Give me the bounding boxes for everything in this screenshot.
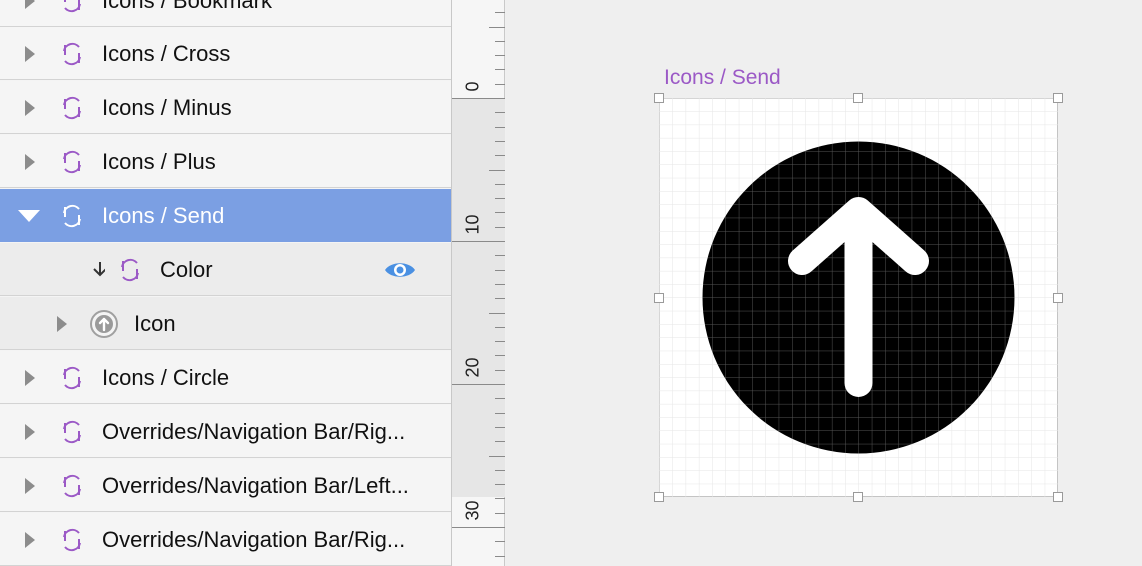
layer-label: Icons / Send bbox=[102, 203, 225, 228]
ruler-label-0: 0 bbox=[462, 81, 483, 92]
resize-handle-bottom-left[interactable] bbox=[654, 492, 664, 502]
resize-handle-bottom-right[interactable] bbox=[1053, 492, 1063, 502]
layer-row-icons-plus[interactable]: Icons / Plus bbox=[0, 135, 451, 188]
vertical-ruler[interactable]: 0 10 20 30 bbox=[452, 0, 505, 566]
ruler-label-20: 20 bbox=[462, 357, 483, 378]
layer-row-color[interactable]: Color bbox=[0, 243, 451, 296]
disclosure-triangle-icon[interactable] bbox=[22, 459, 38, 512]
disclosure-triangle-icon[interactable] bbox=[54, 297, 70, 350]
eye-icon[interactable] bbox=[384, 259, 416, 281]
ruler-label-30: 30 bbox=[462, 500, 483, 521]
send-symbol-preview bbox=[658, 97, 1059, 498]
disclosure-triangle-icon[interactable] bbox=[22, 135, 38, 188]
symbol-instance-icon bbox=[63, 474, 81, 498]
disclosure-triangle-icon[interactable] bbox=[22, 513, 38, 566]
layer-label: Overrides/Navigation Bar/Rig... bbox=[102, 419, 406, 444]
symbol-instance-icon bbox=[63, 204, 81, 228]
symbol-instance-icon bbox=[63, 366, 81, 390]
layer-row-overrides-nav-right[interactable]: Overrides/Navigation Bar/Rig... bbox=[0, 405, 451, 458]
symbol-instance-icon bbox=[63, 96, 81, 120]
resize-handle-bottom[interactable] bbox=[853, 492, 863, 502]
layer-row-icons-send[interactable]: Icons / Send bbox=[0, 189, 451, 242]
symbol-instance-icon bbox=[63, 42, 81, 66]
layer-row-icons-bookmark[interactable]: Icons / Bookmark bbox=[0, 0, 451, 27]
artboard-icons-send[interactable] bbox=[658, 97, 1059, 498]
layer-label: Icons / Cross bbox=[102, 41, 231, 66]
ruler-label-10: 10 bbox=[462, 214, 483, 235]
disclosure-triangle-icon[interactable] bbox=[22, 405, 38, 458]
arrow-up-circle-icon bbox=[90, 310, 118, 338]
layer-row-overrides-nav-right-2[interactable]: Overrides/Navigation Bar/Rig... bbox=[0, 513, 451, 566]
mask-arrow-icon bbox=[93, 262, 105, 277]
symbol-instance-icon bbox=[63, 150, 81, 174]
layer-label: Icons / Minus bbox=[102, 95, 232, 120]
layer-row-icons-cross[interactable]: Icons / Cross bbox=[0, 27, 451, 80]
disclosure-triangle-icon[interactable] bbox=[22, 351, 38, 404]
resize-handle-top[interactable] bbox=[853, 93, 863, 103]
layer-row-overrides-nav-left[interactable]: Overrides/Navigation Bar/Left... bbox=[0, 459, 451, 512]
layer-label: Icons / Plus bbox=[102, 149, 216, 174]
layer-label: Icons / Bookmark bbox=[102, 0, 272, 13]
artboard-title[interactable]: Icons / Send bbox=[664, 66, 781, 90]
layer-row-icon[interactable]: Icon bbox=[0, 297, 451, 350]
symbol-instance-icon bbox=[63, 528, 81, 552]
symbol-instance-icon bbox=[63, 420, 81, 444]
layer-label: Icon bbox=[134, 311, 176, 336]
layer-label: Overrides/Navigation Bar/Rig... bbox=[102, 527, 406, 552]
disclosure-triangle-icon[interactable] bbox=[22, 0, 38, 27]
disclosure-triangle-icon[interactable] bbox=[22, 27, 38, 80]
resize-handle-right[interactable] bbox=[1053, 293, 1063, 303]
layer-list: Icons / Bookmark Icons / Cross Icons / M… bbox=[0, 0, 451, 566]
ruler-selection-range bbox=[452, 98, 505, 497]
resize-handle-top-left[interactable] bbox=[654, 93, 664, 103]
symbol-instance-icon bbox=[64, 0, 81, 13]
resize-handle-left[interactable] bbox=[654, 293, 664, 303]
layer-row-icons-minus[interactable]: Icons / Minus bbox=[0, 81, 451, 134]
symbol-instance-icon bbox=[121, 258, 139, 282]
disclosure-triangle-expanded-icon[interactable] bbox=[18, 189, 40, 242]
layer-label: Color bbox=[160, 257, 213, 282]
disclosure-triangle-icon[interactable] bbox=[22, 81, 38, 134]
layer-row-icons-circle[interactable]: Icons / Circle bbox=[0, 351, 451, 404]
resize-handle-top-right[interactable] bbox=[1053, 93, 1063, 103]
layer-label: Overrides/Navigation Bar/Left... bbox=[102, 473, 409, 498]
layer-label: Icons / Circle bbox=[102, 365, 230, 390]
